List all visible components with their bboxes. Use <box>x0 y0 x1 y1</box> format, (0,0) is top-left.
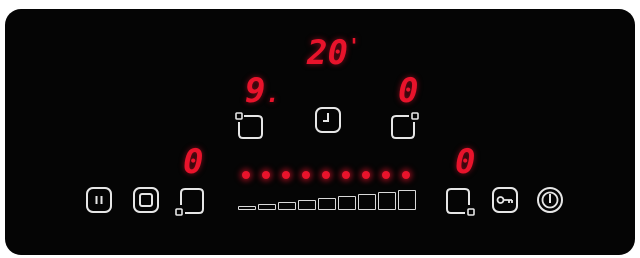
zone-top-left-level: 9. <box>245 74 280 108</box>
slider-step-8[interactable] <box>378 192 396 210</box>
stop-button[interactable] <box>132 186 160 214</box>
slider-led <box>362 171 370 179</box>
slider-step-1[interactable] <box>238 206 256 210</box>
slider-step-7[interactable] <box>358 194 376 210</box>
key-lock-button[interactable] <box>491 186 519 214</box>
slider-step-9[interactable] <box>398 190 416 210</box>
slider-led <box>262 171 270 179</box>
zone-top-right-icon <box>391 112 419 139</box>
zone-top-left-button[interactable] <box>235 112 265 142</box>
zone-bottom-left-level: 0 <box>183 142 204 182</box>
zone-top-right-level: 0 <box>398 71 419 111</box>
zone-bottom-right-level: 0 <box>455 142 476 182</box>
timer-button[interactable] <box>313 105 343 135</box>
pause-button[interactable] <box>85 186 113 214</box>
power-button[interactable] <box>536 186 564 214</box>
zone-bottom-left-button[interactable] <box>175 185 207 217</box>
slider-step-4[interactable] <box>298 200 316 210</box>
stop-square-icon <box>133 187 159 213</box>
timer-display: 20' <box>307 36 360 70</box>
zone-bottom-right-button[interactable] <box>443 185 475 217</box>
pause-icon <box>86 187 112 213</box>
slider-led <box>302 171 310 179</box>
zone-bottom-left-icon <box>175 188 204 216</box>
zone-top-left-level-value: 9 <box>245 71 266 111</box>
slider-step-3[interactable] <box>278 202 296 210</box>
key-lock-icon <box>492 187 518 213</box>
clock-icon <box>315 107 341 133</box>
slider-step-2[interactable] <box>258 204 276 210</box>
slider-step-5[interactable] <box>318 198 336 210</box>
slider-led <box>282 171 290 179</box>
slider-led <box>322 171 330 179</box>
slider-led <box>382 171 390 179</box>
slider-step-6[interactable] <box>338 196 356 210</box>
timer-value: 20 <box>307 33 348 73</box>
slider-led <box>242 171 250 179</box>
zone-top-right-button[interactable] <box>388 112 420 142</box>
slider-led <box>402 171 410 179</box>
cooktop-control-panel: 20' 9. 0 0 0 <box>5 9 635 255</box>
zone-bottom-right-icon <box>446 188 475 216</box>
zone-top-left-icon <box>235 112 263 139</box>
slider-led <box>342 171 350 179</box>
zone-top-left-decimal: . <box>265 80 280 108</box>
power-icon <box>537 187 563 213</box>
timer-unit-mark: ' <box>347 34 360 58</box>
